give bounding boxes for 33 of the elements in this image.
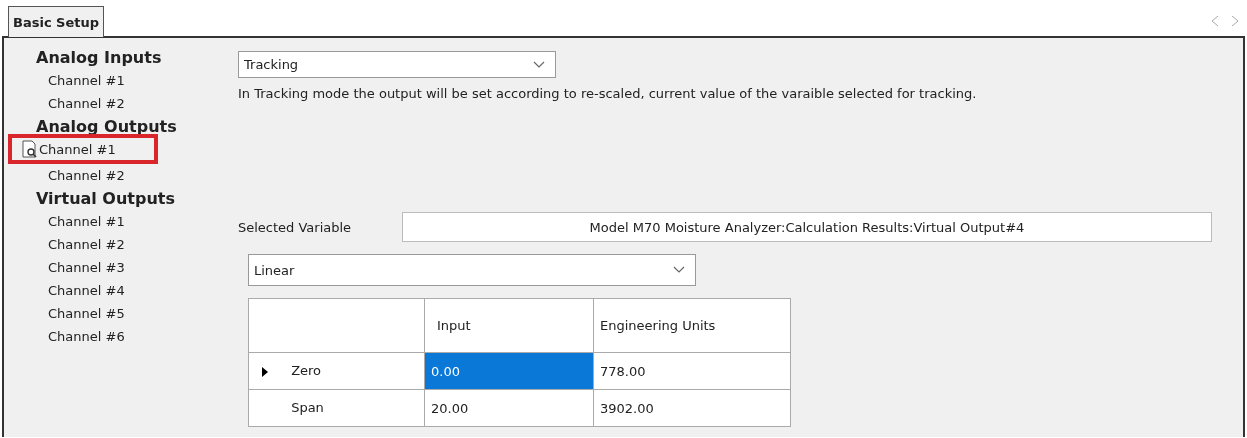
sidebar-item[interactable]: Channel #3 (36, 256, 125, 279)
scaling-dropdown[interactable]: Linear (248, 254, 696, 286)
current-row-icon (261, 365, 269, 378)
sidebar-heading: Analog Inputs (36, 47, 163, 69)
scroll-right-icon[interactable] (1231, 15, 1239, 27)
description-text: In Tracking mode the output will be set according to re-scaled, current value of the varaible selected for tracking. (238, 86, 978, 101)
sidebar-heading: Analog Outputs (36, 116, 178, 138)
document-magnifier-icon (22, 140, 38, 158)
sidebar-item[interactable]: Channel #1 (36, 210, 125, 233)
column-header: Input (424, 298, 594, 353)
table-cell[interactable]: 778.00 (593, 352, 791, 390)
table-cell[interactable]: 3902.00 (593, 389, 791, 427)
sidebar-heading: Virtual Outputs (36, 188, 177, 210)
sidebar-item[interactable]: Channel #1 (39, 138, 116, 161)
chevron-down-icon (673, 266, 685, 274)
sidebar-item[interactable]: Channel #2 (36, 164, 125, 187)
mode-dropdown[interactable]: Tracking (238, 51, 556, 78)
row-header: Span (291, 400, 324, 416)
sidebar-item[interactable]: Channel #2 (36, 92, 125, 115)
sidebar-item[interactable]: Channel #1 (36, 69, 125, 92)
selected-variable-field[interactable]: Model M70 Moisture Analyzer:Calculation Results:Virtual Output#4 (402, 212, 1212, 242)
table-cell[interactable]: 0.00 (424, 352, 594, 390)
sidebar-item[interactable]: Channel #4 (36, 279, 125, 302)
scroll-left-icon[interactable] (1211, 15, 1219, 27)
table-cell[interactable]: 20.00 (424, 389, 594, 427)
sidebar-item[interactable]: Channel #5 (36, 302, 125, 325)
column-header: Engineering Units (593, 298, 791, 353)
chevron-down-icon (533, 60, 545, 69)
row-header: Zero (291, 363, 322, 379)
sidebar-item[interactable]: Channel #2 (36, 233, 125, 256)
tab[interactable]: Basic Setup (8, 6, 105, 37)
sidebar-item[interactable]: Channel #6 (36, 325, 125, 348)
field-label: Selected Variable (238, 219, 353, 235)
